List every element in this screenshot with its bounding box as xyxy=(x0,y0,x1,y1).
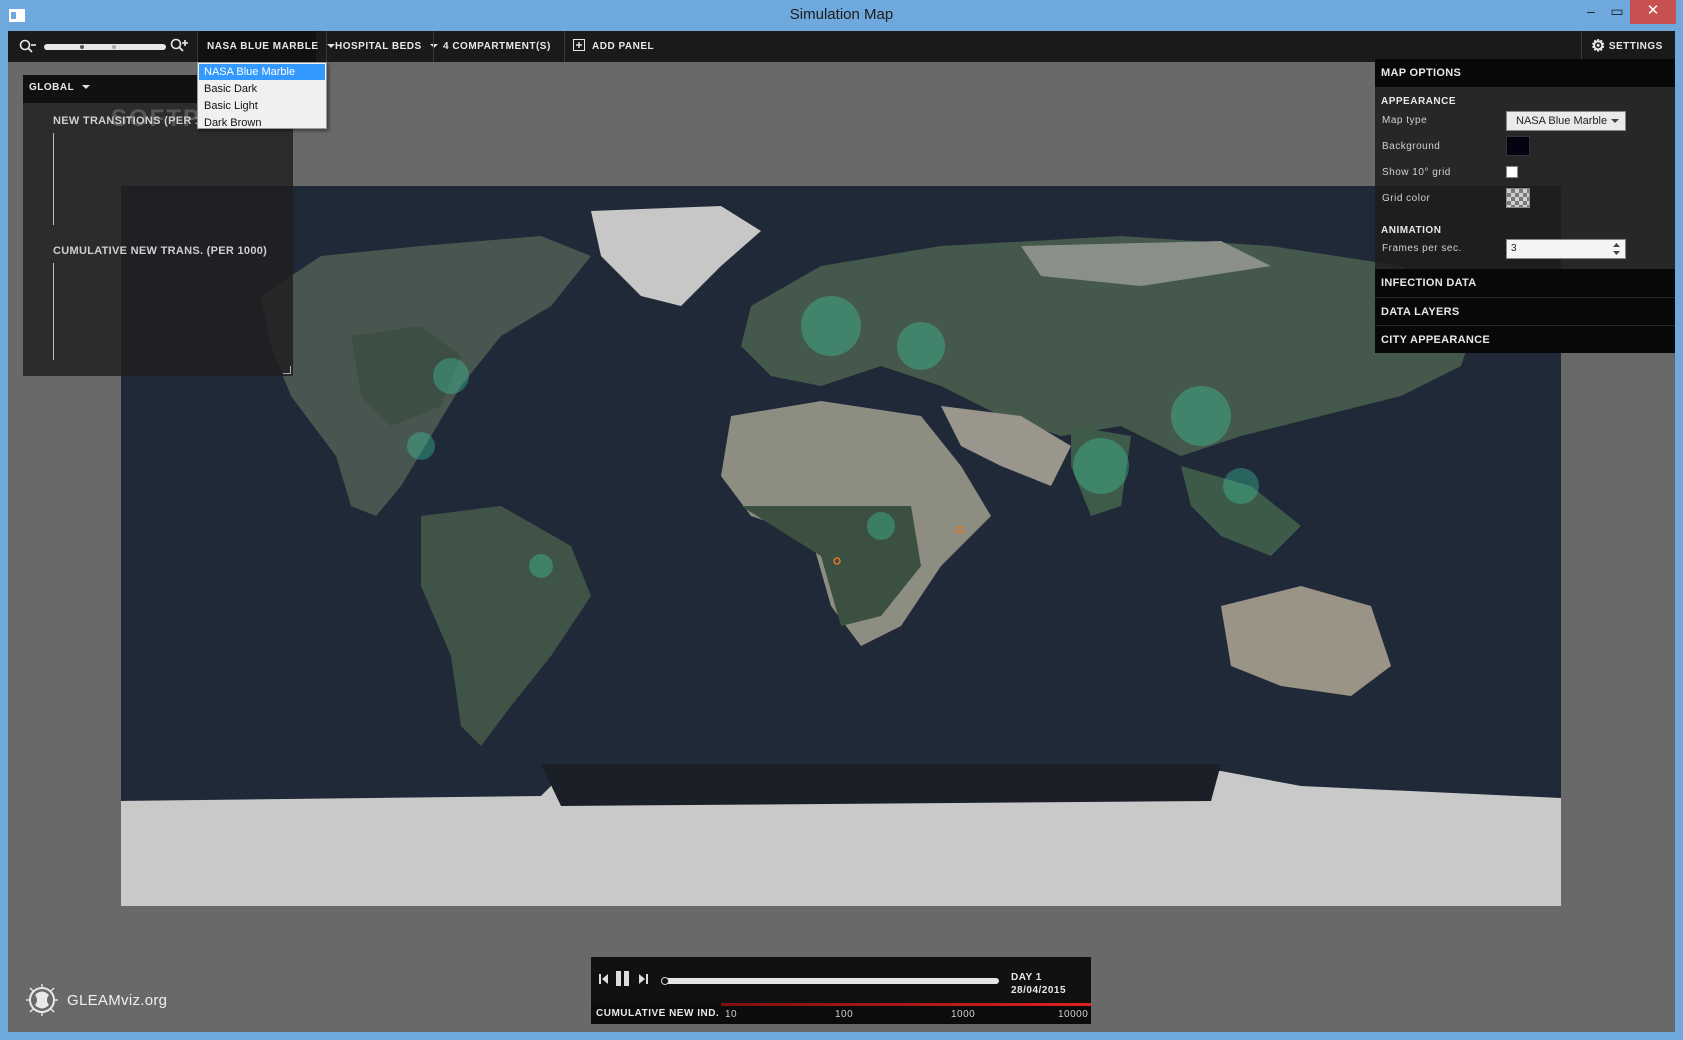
show-grid-checkbox[interactable] xyxy=(1506,166,1518,178)
logo-text: GLEAMviz.org xyxy=(67,992,168,1009)
map-type-select[interactable]: NASA Blue Marble xyxy=(1506,111,1626,131)
animation-section-title: ANIMATION xyxy=(1381,225,1442,236)
background-color-swatch[interactable] xyxy=(1506,136,1530,156)
world-map-canvas[interactable] xyxy=(121,186,1561,906)
pause-icon[interactable] xyxy=(616,971,629,986)
scope-dropdown[interactable]: GLOBAL xyxy=(29,82,91,93)
zoom-slider-tick xyxy=(112,45,116,49)
scope-label: GLOBAL xyxy=(29,82,75,93)
menu-item-dark-brown[interactable]: Dark Brown xyxy=(199,115,325,131)
legend-tick: 10 xyxy=(725,1009,738,1020)
settings-button[interactable]: ⚙ SETTINGS xyxy=(1591,31,1663,62)
step-forward-icon[interactable] xyxy=(637,973,648,985)
compartments-button[interactable]: 4 COMPARTMENT(S) xyxy=(434,31,551,62)
timeline-panel: DAY 1 28/04/2015 CUMULATIVE NEW IND. 10 … xyxy=(591,957,1091,1024)
chevron-down-icon xyxy=(82,85,91,90)
gear-icon: ⚙ xyxy=(1591,38,1606,55)
current-day: DAY 1 28/04/2015 xyxy=(1011,971,1066,997)
settings-label: SETTINGS xyxy=(1608,41,1663,52)
map-type-menu: NASA Blue Marble Basic Dark Basic Light … xyxy=(197,62,327,129)
hospital-beds-dropdown[interactable]: HOSPITAL BEDS xyxy=(328,31,438,62)
infection-data-header[interactable]: INFECTION DATA xyxy=(1375,269,1675,297)
world-map[interactable] xyxy=(121,186,1561,906)
cumulative-chart-axis xyxy=(53,263,54,360)
gleamviz-logo-icon xyxy=(26,984,58,1016)
map-type-label: NASA BLUE MARBLE xyxy=(207,41,319,52)
new-transitions-chart-axis xyxy=(53,133,54,225)
minimize-button[interactable]: – xyxy=(1578,0,1604,24)
timeline-slider[interactable] xyxy=(661,977,999,985)
toolbar: NASA BLUE MARBLE HOSPITAL BEDS 4 COMPART… xyxy=(8,31,1675,62)
background-field-label: Background xyxy=(1382,141,1441,152)
menu-item-basic-dark[interactable]: Basic Dark xyxy=(199,81,325,97)
add-panel-button[interactable]: ADD PANEL xyxy=(573,31,654,62)
compartments-label: 4 COMPARTMENT(S) xyxy=(443,41,551,52)
maximize-button[interactable]: ▭ xyxy=(1604,0,1630,24)
legend-tick: 1000 xyxy=(951,1009,976,1020)
fps-field-label: Frames per sec. xyxy=(1382,243,1462,254)
zoom-out-icon[interactable] xyxy=(19,39,37,55)
map-type-dropdown[interactable]: NASA BLUE MARBLE xyxy=(198,31,335,62)
menu-item-basic-light[interactable]: Basic Light xyxy=(199,98,325,114)
color-legend: CUMULATIVE NEW IND. 10 100 1000 10000 xyxy=(591,1003,1091,1024)
map-options-header[interactable]: MAP OPTIONS xyxy=(1375,59,1675,87)
add-panel-icon xyxy=(573,39,585,51)
map-type-field-label: Map type xyxy=(1382,115,1428,126)
toolbar-separator xyxy=(564,31,565,62)
settings-panel: MAP OPTIONS APPEARANCE Map type NASA Blu… xyxy=(1375,59,1675,353)
fps-stepper[interactable]: 3 xyxy=(1506,239,1626,259)
add-panel-label: ADD PANEL xyxy=(592,41,655,52)
step-back-icon[interactable] xyxy=(599,973,610,985)
hospital-beds-label: HOSPITAL BEDS xyxy=(335,41,422,52)
window-titlebar: Simulation Map – ▭ ✕ xyxy=(0,0,1683,31)
appearance-section-title: APPEARANCE xyxy=(1381,96,1457,107)
stepper-arrows-icon[interactable] xyxy=(1613,243,1620,255)
new-transitions-chart-title: NEW TRANSITIONS (PER 1 xyxy=(53,115,202,127)
toolbar-separator xyxy=(1581,31,1582,62)
map-type-select-value: NASA Blue Marble xyxy=(1516,115,1608,127)
resize-grip[interactable] xyxy=(283,366,291,374)
grid-color-field-label: Grid color xyxy=(1382,193,1431,204)
city-appearance-header[interactable]: CITY APPEARANCE xyxy=(1375,325,1675,353)
zoom-slider[interactable] xyxy=(44,44,166,50)
data-layers-header[interactable]: DATA LAYERS xyxy=(1375,297,1675,325)
window-title: Simulation Map xyxy=(789,6,894,23)
legend-tick: 100 xyxy=(835,1009,854,1020)
close-button[interactable]: ✕ xyxy=(1630,0,1676,24)
client-area: NASA BLUE MARBLE HOSPITAL BEDS 4 COMPART… xyxy=(8,31,1675,1032)
legend-gradient-bar xyxy=(721,1003,1091,1006)
fps-value: 3 xyxy=(1511,243,1517,254)
menu-item-nasa-blue-marble[interactable]: NASA Blue Marble xyxy=(199,64,325,80)
legend-tick: 10000 xyxy=(1058,1009,1089,1020)
date-label: 28/04/2015 xyxy=(1011,985,1067,996)
day-label: DAY 1 xyxy=(1011,972,1042,983)
grid-color-swatch[interactable] xyxy=(1506,188,1530,208)
timeline-slider-handle[interactable] xyxy=(661,977,669,985)
chevron-down-icon xyxy=(1611,119,1620,124)
zoom-in-icon[interactable] xyxy=(170,38,190,54)
cumulative-chart-title: CUMULATIVE NEW TRANS. (PER 1000) xyxy=(53,245,268,257)
zoom-slider-handle[interactable] xyxy=(80,45,84,49)
toolbar-separator xyxy=(326,31,327,62)
show-grid-field-label: Show 10° grid xyxy=(1382,167,1451,178)
legend-label: CUMULATIVE NEW IND. xyxy=(596,1008,720,1019)
